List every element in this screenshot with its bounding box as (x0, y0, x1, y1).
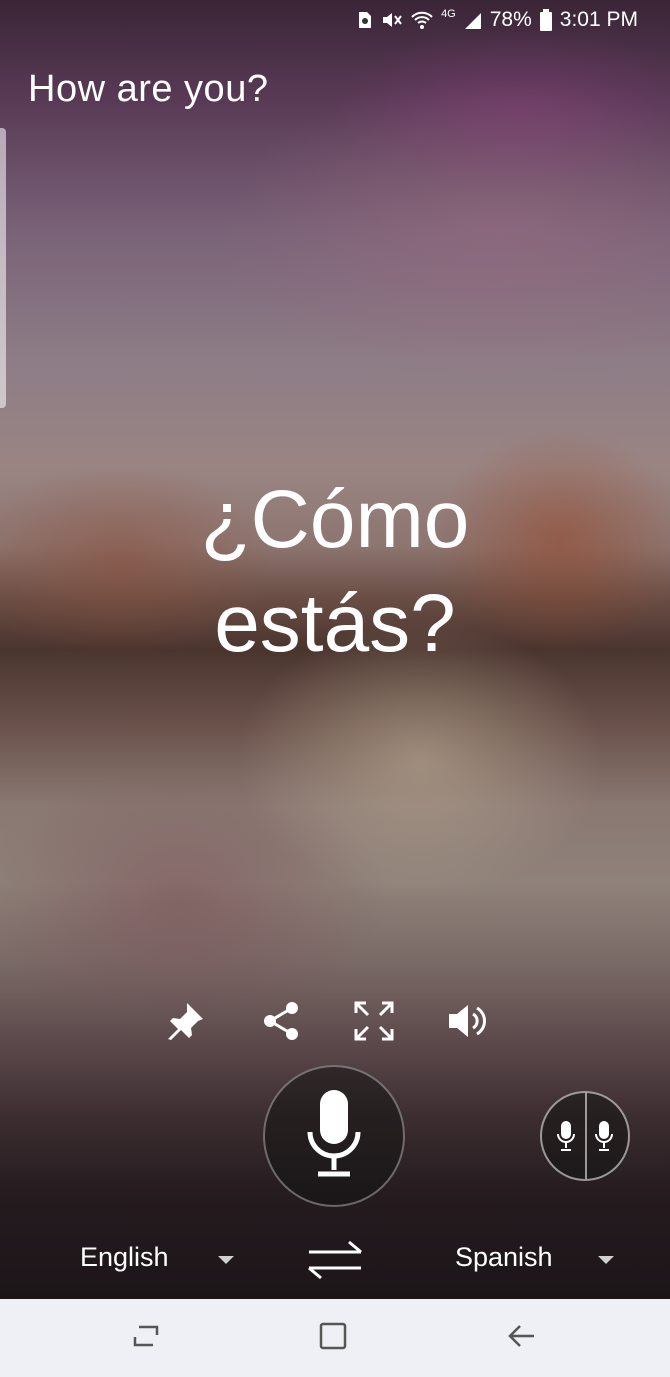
microphone-icon (304, 1088, 364, 1185)
signal-icon (464, 10, 482, 30)
network-type: 4G (441, 8, 456, 20)
swap-icon (303, 1240, 367, 1290)
edge-panel-handle[interactable] (0, 128, 6, 408)
status-bar: 4G 78% 3:01 PM (0, 0, 670, 42)
conversation-mode-button[interactable] (540, 1091, 630, 1181)
back-icon (506, 1323, 536, 1354)
recents-button[interactable] (129, 1321, 163, 1355)
battery-icon (539, 9, 552, 31)
target-language-label: Spanish (455, 1242, 553, 1272)
pin-icon (163, 999, 207, 1048)
language-bar: English Spanish (0, 1236, 670, 1286)
microphone-icon (556, 1120, 576, 1157)
back-button[interactable] (504, 1321, 538, 1355)
wifi-icon (411, 10, 433, 30)
source-text: How are you? (28, 68, 269, 110)
source-language-selector[interactable]: English (80, 1242, 169, 1273)
pin-button[interactable] (160, 998, 210, 1048)
speak-button[interactable] (443, 998, 493, 1048)
divider (585, 1093, 587, 1179)
home-button[interactable] (316, 1321, 350, 1355)
fullscreen-button[interactable] (349, 998, 399, 1048)
home-icon (318, 1321, 348, 1356)
speaker-icon (445, 999, 491, 1048)
target-language-selector[interactable]: Spanish (455, 1242, 553, 1273)
source-language-dropdown-icon[interactable] (218, 1256, 234, 1264)
clock: 3:01 PM (559, 8, 638, 31)
share-icon (259, 999, 303, 1048)
translated-line-2: estás? (214, 578, 456, 669)
fullscreen-icon (352, 999, 396, 1048)
share-button[interactable] (256, 998, 306, 1048)
mute-icon (381, 10, 403, 30)
microphone-button[interactable] (263, 1065, 405, 1207)
swap-languages-button[interactable] (303, 1236, 367, 1291)
recents-icon (131, 1323, 161, 1354)
translated-text: ¿Cómo estás? (0, 468, 670, 676)
navigation-bar (0, 1299, 670, 1377)
translated-line-1: ¿Cómo (200, 474, 470, 565)
source-language-label: English (80, 1242, 169, 1272)
microphone-icon (594, 1120, 614, 1157)
battery-percent: 78% (489, 8, 532, 31)
target-language-dropdown-icon[interactable] (598, 1256, 614, 1264)
action-toolbar (0, 998, 670, 1048)
sim-icon (357, 10, 373, 30)
